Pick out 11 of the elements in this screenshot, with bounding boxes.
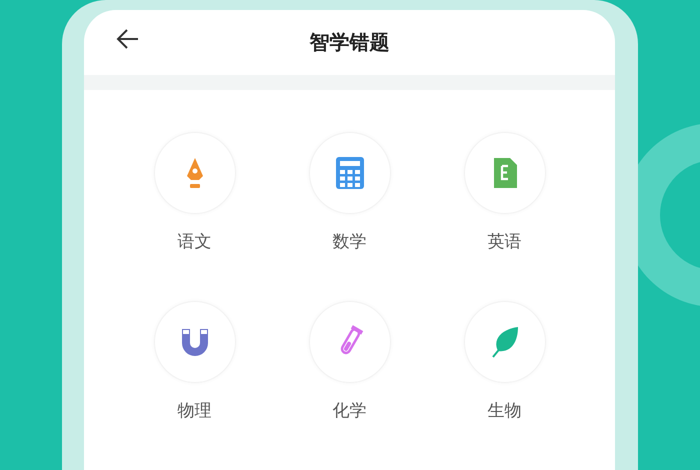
pen-nib-icon [184,156,204,190]
leaf-icon [490,325,520,359]
page-title: 智学错题 [310,29,390,56]
subject-button[interactable]: 数学 [272,132,427,253]
document-icon [492,157,518,189]
calculator-icon [334,156,364,190]
subject-button[interactable]: 生物 [427,301,582,422]
subject-button[interactable]: 物理 [117,301,272,422]
subject-button[interactable]: 化学 [272,301,427,422]
subject-button[interactable]: 语文 [117,132,272,253]
subject-button[interactable]: 英语 [427,132,582,253]
